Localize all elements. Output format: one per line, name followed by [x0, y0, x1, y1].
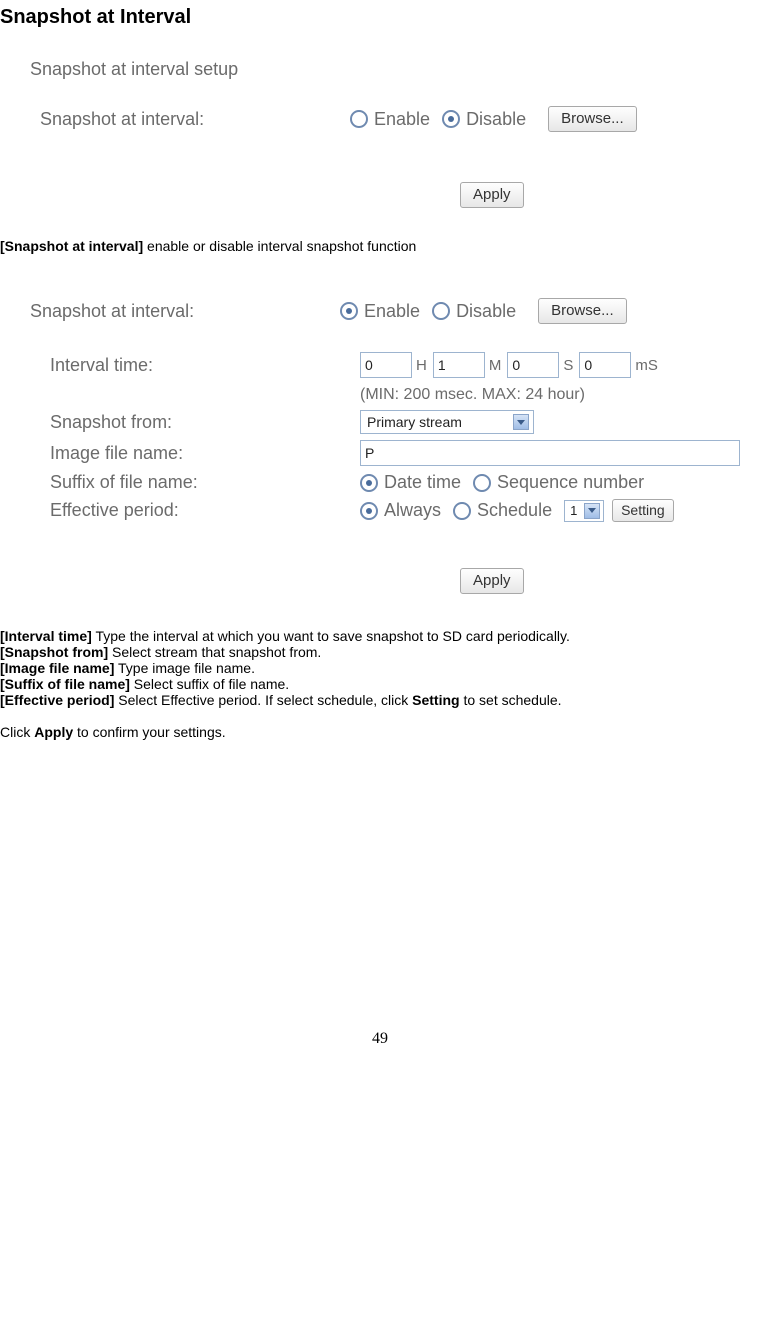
- desc-image-filename: [Image file name] Type image file name.: [0, 660, 760, 676]
- row-effective-period: Effective period: Always Schedule 1 Sett…: [30, 499, 760, 522]
- radio-icon: [350, 110, 368, 128]
- apply-button-2[interactable]: Apply: [460, 568, 524, 594]
- radio-effective-always[interactable]: Always: [360, 500, 441, 521]
- def-text: Select stream that snapshot from.: [108, 644, 321, 660]
- desc-confirm: Click Apply to confirm your settings.: [0, 724, 760, 740]
- panel-snapshot-details: Snapshot at interval: Enable Disable Bro…: [30, 298, 760, 594]
- radio-icon: [473, 474, 491, 492]
- unit-ms: mS: [635, 357, 658, 374]
- desc-effective-period: [Effective period] Select Effective peri…: [0, 692, 760, 708]
- interval-minutes-input[interactable]: [433, 352, 485, 378]
- radio-suffix-sequence-label: Sequence number: [497, 472, 644, 493]
- select-value: Primary stream: [367, 414, 462, 430]
- panel-heading: Snapshot at interval setup: [30, 59, 760, 80]
- label-effective-period: Effective period:: [30, 500, 360, 521]
- page-title: Snapshot at Interval: [0, 6, 760, 29]
- row-suffix: Suffix of file name: Date time Sequence …: [30, 472, 760, 493]
- browse-button[interactable]: Browse...: [548, 106, 637, 132]
- chevron-down-icon: [513, 414, 529, 430]
- radio-enable-2[interactable]: Enable: [340, 301, 420, 322]
- snapshot-from-select[interactable]: Primary stream: [360, 410, 534, 434]
- label-snapshot-interval: Snapshot at interval:: [30, 109, 350, 130]
- radio-disable-2[interactable]: Disable: [432, 301, 516, 322]
- label-suffix: Suffix of file name:: [30, 472, 360, 493]
- radio-disable[interactable]: Disable: [442, 109, 526, 130]
- radio-disable-label: Disable: [466, 109, 526, 130]
- radio-icon: [442, 110, 460, 128]
- radio-icon: [453, 502, 471, 520]
- schedule-select[interactable]: 1: [564, 500, 604, 522]
- desc-snapshot-from: [Snapshot from] Select stream that snaps…: [0, 644, 760, 660]
- desc-snapshot-interval: [Snapshot at interval] enable or disable…: [0, 238, 760, 254]
- label-snapshot-interval-2: Snapshot at interval:: [30, 301, 340, 322]
- def-text: Type image file name.: [114, 660, 255, 676]
- def-text-a: Select Effective period. If select sched…: [114, 692, 412, 708]
- row-interval-time: Interval time: H M S mS: [30, 352, 760, 378]
- desc-text: enable or disable interval snapshot func…: [143, 238, 416, 254]
- def-label: [Snapshot from]: [0, 644, 108, 660]
- radio-icon: [360, 502, 378, 520]
- schedule-select-value: 1: [570, 503, 577, 518]
- row-snapshot-from: Snapshot from: Primary stream: [30, 410, 760, 434]
- radio-icon: [432, 302, 450, 320]
- label-image-filename: Image file name:: [30, 443, 360, 464]
- unit-minutes: M: [489, 357, 502, 374]
- browse-button-2[interactable]: Browse...: [538, 298, 627, 324]
- interval-ms-input[interactable]: [579, 352, 631, 378]
- desc-suffix: [Suffix of file name] Select suffix of f…: [0, 676, 760, 692]
- def-label: [Suffix of file name]: [0, 676, 130, 692]
- conf-b: Apply: [34, 724, 73, 740]
- interval-seconds-input[interactable]: [507, 352, 559, 378]
- radio-enable-label: Enable: [374, 109, 430, 130]
- image-filename-input[interactable]: [360, 440, 740, 466]
- row-snapshot-interval-2: Snapshot at interval: Enable Disable Bro…: [30, 298, 760, 324]
- panel-snapshot-setup: Snapshot at interval setup Snapshot at i…: [30, 59, 760, 208]
- setting-button[interactable]: Setting: [612, 499, 674, 522]
- radio-effective-schedule-label: Schedule: [477, 500, 552, 521]
- radio-effective-schedule[interactable]: Schedule: [453, 500, 552, 521]
- conf-a: Click: [0, 724, 34, 740]
- def-label: [Effective period]: [0, 692, 114, 708]
- def-label: [Image file name]: [0, 660, 114, 676]
- def-label: [Interval time]: [0, 628, 92, 644]
- radio-suffix-sequence[interactable]: Sequence number: [473, 472, 644, 493]
- radio-icon: [360, 474, 378, 492]
- def-text-c: to set schedule.: [460, 692, 562, 708]
- row-snapshot-interval: Snapshot at interval: Enable Disable Bro…: [30, 106, 760, 132]
- page-number: 49: [0, 1030, 760, 1048]
- def-text-b: Setting: [412, 692, 459, 708]
- unit-hours: H: [416, 357, 427, 374]
- label-interval-time: Interval time:: [30, 355, 360, 376]
- interval-hint: (MIN: 200 msec. MAX: 24 hour): [360, 386, 585, 404]
- radio-enable[interactable]: Enable: [350, 109, 430, 130]
- chevron-down-icon: [584, 503, 600, 519]
- radio-enable-label-2: Enable: [364, 301, 420, 322]
- radio-icon: [340, 302, 358, 320]
- label-snapshot-from: Snapshot from:: [30, 412, 360, 433]
- row-interval-hint: (MIN: 200 msec. MAX: 24 hour): [30, 384, 760, 404]
- radio-suffix-datetime[interactable]: Date time: [360, 472, 461, 493]
- def-text: Type the interval at which you want to s…: [92, 628, 570, 644]
- desc-interval-time: [Interval time] Type the interval at whi…: [0, 628, 760, 644]
- row-image-filename: Image file name:: [30, 440, 760, 466]
- conf-c: to confirm your settings.: [73, 724, 226, 740]
- radio-disable-label-2: Disable: [456, 301, 516, 322]
- radio-effective-always-label: Always: [384, 500, 441, 521]
- def-text: Select suffix of file name.: [130, 676, 289, 692]
- desc-label: [Snapshot at interval]: [0, 238, 143, 254]
- interval-hours-input[interactable]: [360, 352, 412, 378]
- unit-seconds: S: [563, 357, 573, 374]
- radio-suffix-datetime-label: Date time: [384, 472, 461, 493]
- apply-button[interactable]: Apply: [460, 182, 524, 208]
